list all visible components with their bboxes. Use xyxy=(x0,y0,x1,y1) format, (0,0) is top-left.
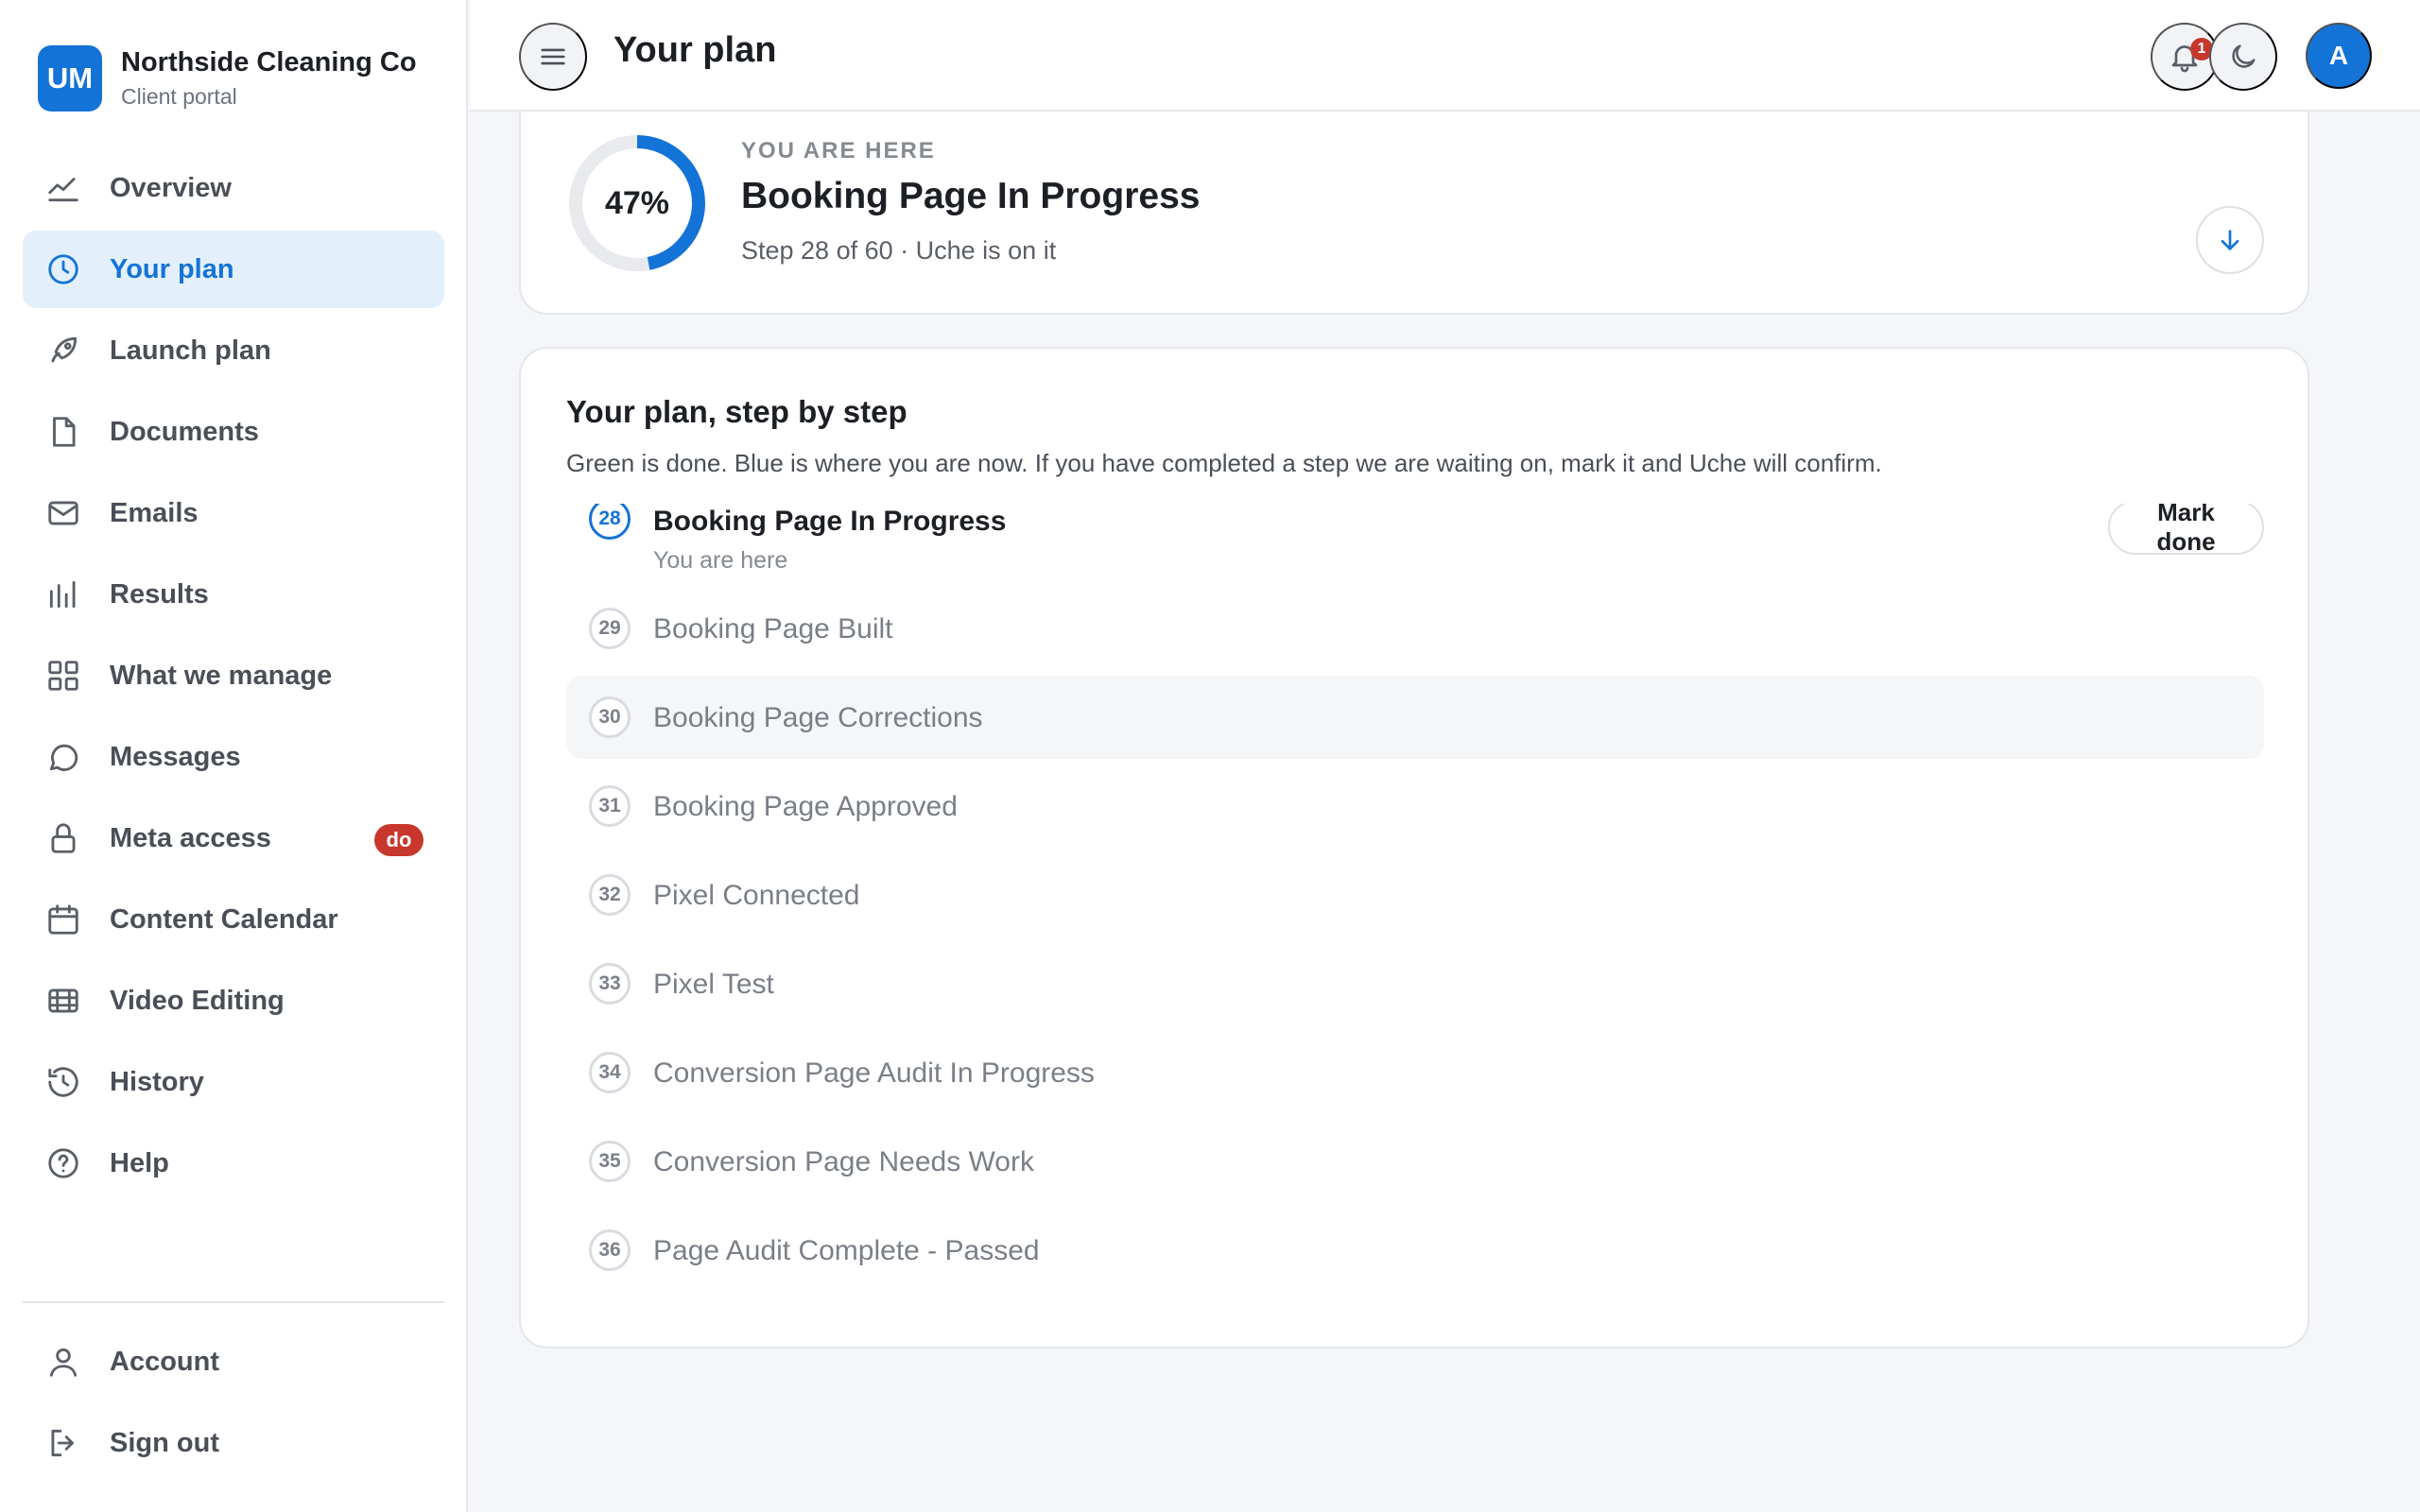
film-icon xyxy=(45,983,81,1019)
sidebar-item-video-editing[interactable]: Video Editing xyxy=(23,962,444,1040)
sidebar-item-label: History xyxy=(110,1066,204,1097)
step-label: Booking Page Built xyxy=(653,613,893,644)
step-label: Conversion Page Needs Work xyxy=(653,1146,1034,1177)
sidebar-item-launch-plan[interactable]: Launch plan xyxy=(23,312,444,389)
mark-done-button[interactable]: Mark done xyxy=(2108,504,2264,556)
clock-icon xyxy=(45,251,81,287)
steps-card: Your plan, step by step Green is done. B… xyxy=(519,347,2309,1349)
step-item[interactable]: 34 Conversion Page Audit In Progress xyxy=(566,1031,2264,1114)
sidebar-item-label: Overview xyxy=(110,172,232,203)
sidebar-item-label: Messages xyxy=(110,741,241,772)
step-label: Booking Page Corrections xyxy=(653,702,983,733)
sidebar-item-account[interactable]: Account xyxy=(23,1323,444,1400)
sidebar-item-label: Account xyxy=(110,1346,219,1377)
moon-icon xyxy=(2227,41,2259,73)
sidebar-item-messages[interactable]: Messages xyxy=(23,718,444,796)
user-icon xyxy=(45,1344,81,1380)
lock-icon xyxy=(45,820,81,856)
progress-percent: 47% xyxy=(604,184,670,221)
chart-line-icon xyxy=(45,170,81,206)
sidebar: UM Northside Cleaning Co Client portal O… xyxy=(0,0,468,1512)
sidebar-item-results[interactable]: Results xyxy=(23,556,444,633)
sidebar-item-sign-out[interactable]: Sign out xyxy=(23,1404,444,1482)
step-number: 28 xyxy=(589,504,631,540)
step-item[interactable]: 33 Pixel Test xyxy=(566,942,2264,1025)
step-label: Pixel Test xyxy=(653,969,774,1000)
current-step-subtitle: Step 28 of 60 · Uche is on it xyxy=(741,236,1057,265)
sidebar-item-label: Your plan xyxy=(110,253,234,284)
brand: UM Northside Cleaning Co Client portal xyxy=(38,45,417,112)
current-step-title: Booking Page In Progress xyxy=(741,176,1201,216)
step-label: Pixel Connected xyxy=(653,880,860,911)
sidebar-item-label: Emails xyxy=(110,497,199,528)
step-number: 35 xyxy=(589,1141,631,1182)
meta-access-badge: do xyxy=(374,824,424,856)
step-item[interactable]: 30 Booking Page Corrections xyxy=(566,676,2264,759)
step-status-text: You are here xyxy=(653,547,788,574)
sidebar-item-meta-access[interactable]: Meta access do xyxy=(23,799,444,877)
sidebar-item-your-plan[interactable]: Your plan xyxy=(23,231,444,308)
sidebar-item-label: Results xyxy=(110,578,209,610)
sidebar-item-what-we-manage[interactable]: What we manage xyxy=(23,637,444,714)
steps-title: Your plan, step by step xyxy=(566,394,908,429)
sidebar-item-content-calendar[interactable]: Content Calendar xyxy=(23,881,444,958)
top-bar: Your plan 1 A xyxy=(470,0,2420,112)
jump-to-current-button[interactable] xyxy=(2196,206,2264,274)
brand-logo: UM xyxy=(38,45,102,112)
brand-name: Northside Cleaning Co xyxy=(121,47,417,77)
step-item[interactable]: 32 Pixel Connected xyxy=(566,853,2264,936)
progress-ring: 47% xyxy=(566,132,708,274)
steps-description: Green is done. Blue is where you are now… xyxy=(566,449,1882,477)
sidebar-item-label: Meta access xyxy=(110,822,271,853)
sidebar-item-label: Content Calendar xyxy=(110,903,338,935)
brand-subtitle: Client portal xyxy=(121,84,237,109)
status-kicker: YOU ARE HERE xyxy=(741,138,936,163)
sidebar-item-documents[interactable]: Documents xyxy=(23,393,444,471)
step-item[interactable]: 29 Booking Page Built xyxy=(566,587,2264,670)
step-number: 30 xyxy=(589,696,631,738)
step-number: 33 xyxy=(589,963,631,1005)
sidebar-item-overview[interactable]: Overview xyxy=(23,149,444,227)
sidebar-item-label: Video Editing xyxy=(110,985,285,1016)
sidebar-item-label: Launch plan xyxy=(110,335,271,366)
step-label: Conversion Page Audit In Progress xyxy=(653,1057,1095,1089)
mail-icon xyxy=(45,495,81,531)
steps-list[interactable]: 28 Booking Page In Progress You are here… xyxy=(521,504,2308,1347)
page-title: Your plan xyxy=(614,30,777,70)
step-number: 36 xyxy=(589,1229,631,1271)
theme-toggle-button[interactable] xyxy=(2209,23,2277,91)
step-number: 31 xyxy=(589,785,631,827)
avatar[interactable]: A xyxy=(2306,23,2372,89)
step-item[interactable]: 36 Page Audit Complete - Passed xyxy=(566,1209,2264,1292)
history-icon xyxy=(45,1064,81,1100)
sidebar-item-history[interactable]: History xyxy=(23,1043,444,1121)
sidebar-item-label: Help xyxy=(110,1147,169,1178)
step-number: 29 xyxy=(589,608,631,649)
sidebar-item-label: What we manage xyxy=(110,660,333,691)
step-number: 32 xyxy=(589,874,631,916)
sidebar-divider xyxy=(23,1301,444,1303)
grid-icon xyxy=(45,658,81,694)
sign-out-icon xyxy=(45,1425,81,1461)
hamburger-icon xyxy=(537,41,569,73)
sidebar-item-label: Sign out xyxy=(110,1427,219,1458)
step-label: Booking Page Approved xyxy=(653,791,958,822)
arrow-down-icon xyxy=(2215,225,2245,255)
step-item[interactable]: 31 Booking Page Approved xyxy=(566,765,2264,848)
bar-chart-icon xyxy=(45,576,81,612)
calendar-icon xyxy=(45,902,81,937)
step-number: 34 xyxy=(589,1052,631,1093)
help-circle-icon xyxy=(45,1145,81,1181)
step-label: Page Audit Complete - Passed xyxy=(653,1235,1040,1266)
step-item-current[interactable]: 28 Booking Page In Progress You are here… xyxy=(566,504,2264,587)
sidebar-item-label: Documents xyxy=(110,416,259,447)
menu-button[interactable] xyxy=(519,23,587,91)
chat-bubble-icon xyxy=(45,739,81,775)
step-label: Booking Page In Progress xyxy=(653,506,1007,537)
rocket-icon xyxy=(45,333,81,369)
step-item[interactable]: 35 Conversion Page Needs Work xyxy=(566,1120,2264,1203)
sidebar-item-emails[interactable]: Emails xyxy=(23,474,444,552)
sidebar-item-help[interactable]: Help xyxy=(23,1125,444,1202)
document-icon xyxy=(45,414,81,450)
